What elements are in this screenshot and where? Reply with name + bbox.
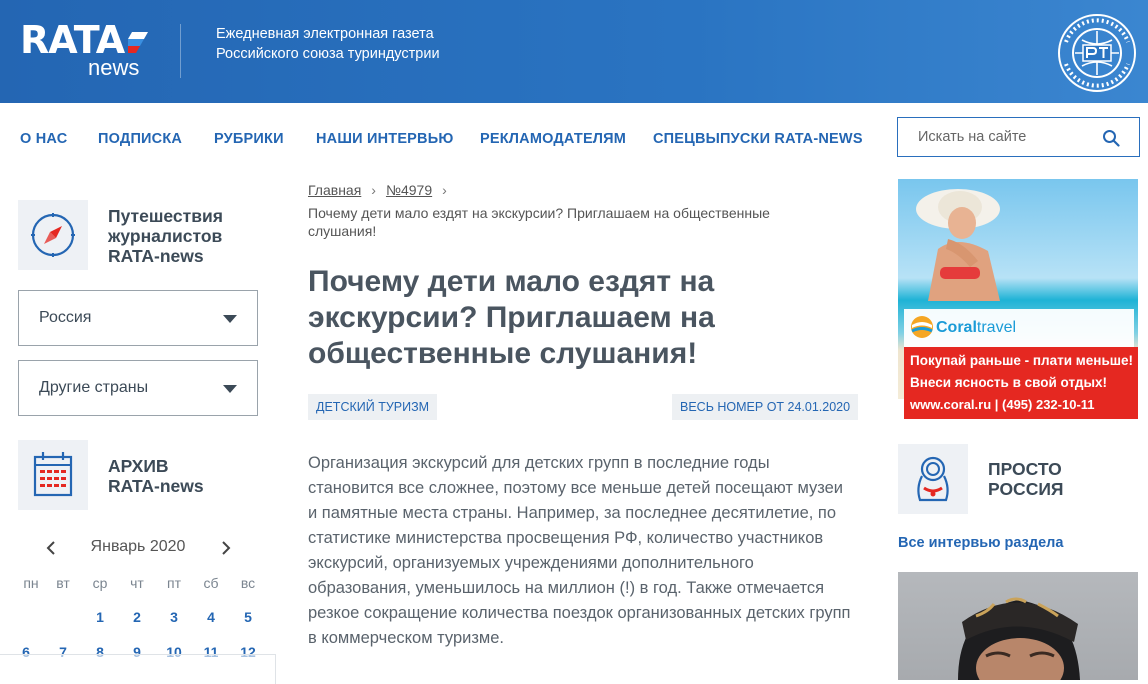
calendar-icon [33,452,73,497]
nav-item-rubrics[interactable]: РУБРИКИ [214,131,284,147]
chevron-down-icon [223,385,237,393]
archive-tile[interactable] [18,440,88,510]
breadcrumb-current: Почему дети мало ездят на экскурсии? При… [308,205,770,239]
weekday-label: вт [56,575,70,591]
weekday-label: пн [23,575,39,591]
chevron-left-icon[interactable] [44,538,58,558]
ad-contact-line: www.coral.ru | (495) 232-10-11 [910,397,1095,412]
site-header: RATA news Ежедневная электронная газета … [0,0,1148,103]
breadcrumb-home-link[interactable]: Главная [308,182,361,198]
nav-item-subscription[interactable]: ПОДПИСКА [98,131,182,147]
nav-item-advertisers[interactable]: РЕКЛАМОДАТЕЛЯМ [480,131,626,147]
article-tag-link[interactable]: ДЕТСКИЙ ТУРИЗМ [308,394,438,420]
weekday-label: ср [92,575,108,591]
site-tagline: Ежедневная электронная газета Российског… [216,24,440,64]
select-value: Другие страны [39,379,149,396]
chevron-right-icon[interactable] [219,538,233,558]
all-interviews-link[interactable]: Все интервью раздела [898,535,1063,551]
chevron-right-icon: › [442,182,447,198]
tile-title-line: Путешествия [108,206,223,226]
ad-woman-illustration [916,189,1000,301]
archive-title[interactable]: АРХИВ RATA-news [108,456,204,496]
tile-title-line: ПРОСТО [988,459,1062,479]
calendar-day[interactable]: 5 [230,609,266,625]
nav-item-about[interactable]: О НАС [20,131,67,147]
just-russia-title[interactable]: ПРОСТО РОССИЯ [988,459,1064,499]
header-divider [180,24,181,78]
ad-brand-suffix: travel [976,319,1017,336]
chevron-down-icon [223,315,237,323]
nav-item-interviews[interactable]: НАШИ ИНТЕРВЬЮ [316,131,454,147]
search-icon[interactable] [1102,129,1120,147]
ad-brand-text: Coraltravel [936,319,1016,337]
breadcrumb: Главная › №4979 › [308,181,848,199]
russia-select[interactable]: Россия [18,290,258,346]
calendar-day[interactable]: 3 [156,609,192,625]
full-issue-link[interactable]: ВЕСЬ НОМЕР ОТ 24.01.2020 [672,394,859,420]
interview-portrait-image [958,597,1080,680]
weekday-label: пт [167,575,181,591]
rst-emblem-icon[interactable] [1056,12,1138,94]
weekday-label: чт [130,575,144,591]
coral-travel-ad-banner[interactable]: Coraltravel Покупай раньше - плати меньш… [898,179,1138,419]
tile-title-line: АРХИВ [108,456,169,476]
calendar-day[interactable]: 1 [82,609,118,625]
journalists-travel-tile[interactable] [18,200,88,270]
journalists-travel-title[interactable]: Путешествия журналистов RATA-news [108,206,223,266]
other-countries-select[interactable]: Другие страны [18,360,258,416]
calendar-day[interactable]: 4 [193,609,229,625]
logo-subtitle: news [88,55,140,80]
weekday-label: сб [203,575,219,591]
ad-slogan-line: Покупай раньше - плати меньше! [910,353,1133,368]
ad-brand-name: Coral [936,319,977,336]
article-title: Почему дети мало ездят на экскурсии? При… [308,265,715,370]
nav-item-special-issues[interactable]: СПЕЦВЫПУСКИ RATA-NEWS [653,131,863,147]
tagline-line: Российского союза туриндустрии [216,46,440,62]
calendar-header: Январь 2020 [18,536,258,560]
article-body: Организация экскурсий для детских групп … [308,454,851,647]
interview-photo[interactable] [898,572,1138,680]
tile-title-line: RATA-news [108,246,204,266]
just-russia-tile[interactable] [898,444,968,514]
rata-news-logo[interactable]: RATA news [20,18,160,80]
tile-title-line: RATA-news [108,476,204,496]
weekday-label: вс [240,575,256,591]
ad-slogan-line: Внеси ясность в свой отдых! [910,375,1107,390]
tile-title-line: журналистов [108,226,223,246]
ad-slogan-panel: Покупай раньше - плати меньше! Внеси ясн… [904,347,1138,419]
calendar-day[interactable]: 2 [119,609,155,625]
chevron-right-icon: › [371,182,376,198]
tagline-line: Ежедневная электронная газета [216,26,434,42]
tile-title-line: РОССИЯ [988,479,1064,499]
compass-icon [31,213,75,257]
breadcrumb-issue-link[interactable]: №4979 [386,182,432,198]
coral-logo-icon [911,316,933,338]
matryoshka-icon [917,456,949,502]
flag-icon [128,32,148,53]
select-value: Россия [39,309,92,326]
search-input[interactable] [898,118,1098,156]
